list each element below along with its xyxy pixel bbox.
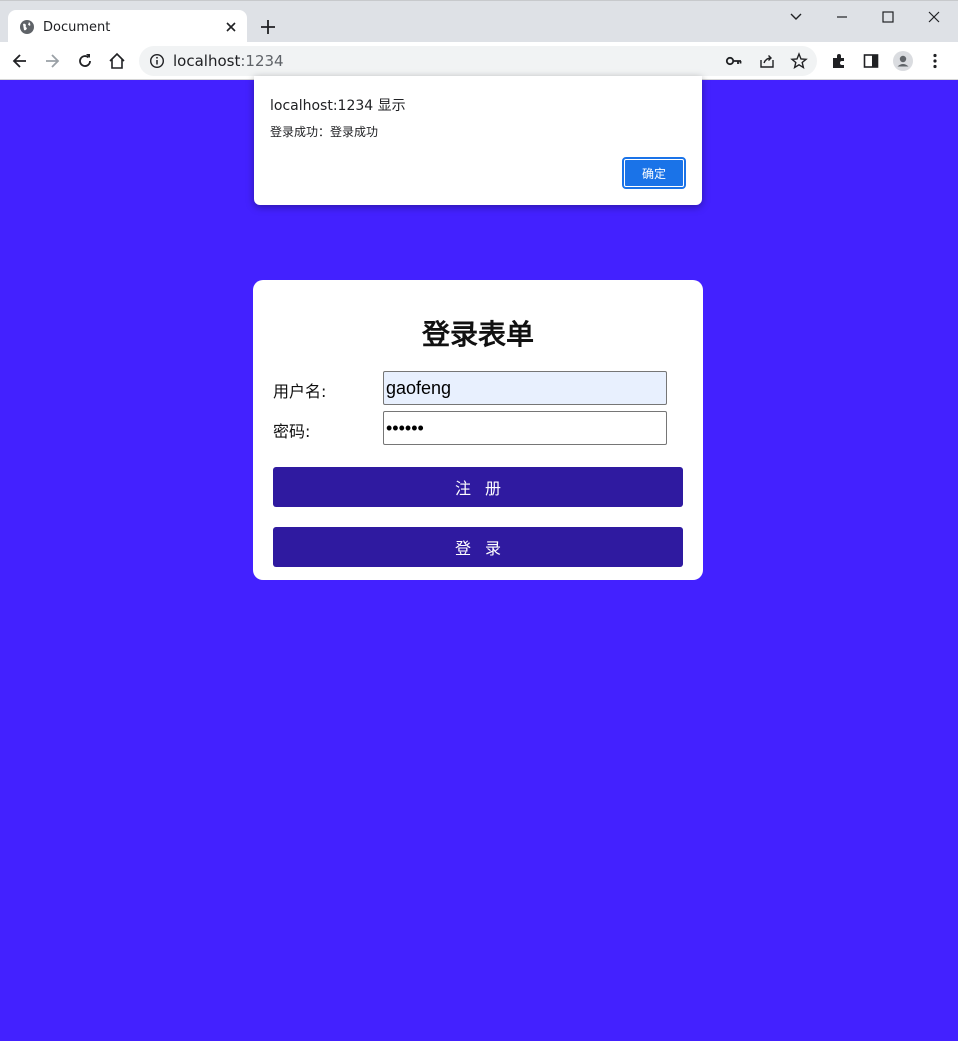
alert-dialog: localhost:1234 显示 登录成功：登录成功 确定 <box>254 76 702 205</box>
register-button[interactable]: 注册 <box>273 467 683 507</box>
menu-kebab-icon[interactable] <box>925 51 945 71</box>
share-icon[interactable] <box>758 52 776 70</box>
form-title: 登录表单 <box>421 318 534 351</box>
browser-tab[interactable]: Document <box>8 10 247 44</box>
close-window-icon[interactable] <box>924 7 944 27</box>
site-info-icon[interactable] <box>149 53 165 69</box>
alert-message: 登录成功：登录成功 <box>270 125 379 139</box>
side-panel-icon[interactable] <box>861 51 881 71</box>
back-icon[interactable] <box>10 51 30 71</box>
password-label: 密码: <box>273 422 311 441</box>
browser-titlebar: Document <box>0 0 958 44</box>
forward-icon[interactable] <box>42 51 62 71</box>
alert-ok-button[interactable]: 确定 <box>622 157 686 189</box>
alert-title: localhost:1234 显示 <box>270 98 406 114</box>
login-form-card: 登录表单 用户名: 密码: 注册 登录 <box>253 280 703 580</box>
maximize-icon[interactable] <box>878 7 898 27</box>
url-text: localhost:1234 <box>173 52 284 70</box>
username-input[interactable] <box>383 371 667 405</box>
bookmark-star-icon[interactable] <box>790 52 808 70</box>
globe-icon <box>20 20 34 34</box>
new-tab-icon[interactable] <box>258 17 278 37</box>
minimize-icon[interactable] <box>832 7 852 27</box>
login-button[interactable]: 登录 <box>273 527 683 567</box>
username-label: 用户名: <box>273 382 327 401</box>
address-bar[interactable]: localhost:1234 <box>139 46 817 76</box>
tab-title: Document <box>43 20 111 35</box>
tab-search-icon[interactable] <box>786 7 806 27</box>
extensions-icon[interactable] <box>829 51 849 71</box>
reload-icon[interactable] <box>75 51 95 71</box>
home-icon[interactable] <box>107 51 127 71</box>
key-icon[interactable] <box>725 52 743 70</box>
password-input[interactable] <box>383 411 667 445</box>
profile-avatar-icon[interactable] <box>893 51 913 71</box>
close-tab-icon[interactable] <box>222 18 240 36</box>
browser-toolbar: localhost:1234 <box>0 42 958 80</box>
